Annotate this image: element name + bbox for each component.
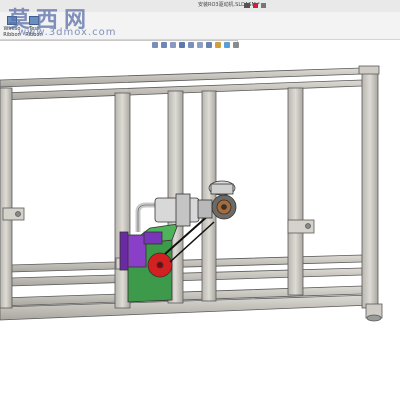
upright-5	[287, 87, 304, 296]
frame-assembly[interactable]	[0, 65, 383, 322]
motor-cap	[119, 231, 129, 271]
spindle-collar	[175, 193, 191, 227]
upright-left	[0, 87, 13, 309]
motor-box	[143, 231, 163, 245]
drive-wheel-hub	[156, 261, 164, 269]
upright-4	[201, 90, 217, 302]
foot-pad	[366, 314, 382, 322]
graphics-area[interactable]	[0, 0, 400, 400]
spindle-nose	[197, 199, 213, 219]
clamp-right-bolt	[305, 223, 311, 229]
upright-right-cap	[358, 65, 380, 75]
brush-wheel-hub	[221, 204, 227, 210]
upright-right	[361, 67, 379, 309]
pulley-top-body	[210, 183, 234, 195]
clamp-left-bolt	[15, 211, 21, 217]
